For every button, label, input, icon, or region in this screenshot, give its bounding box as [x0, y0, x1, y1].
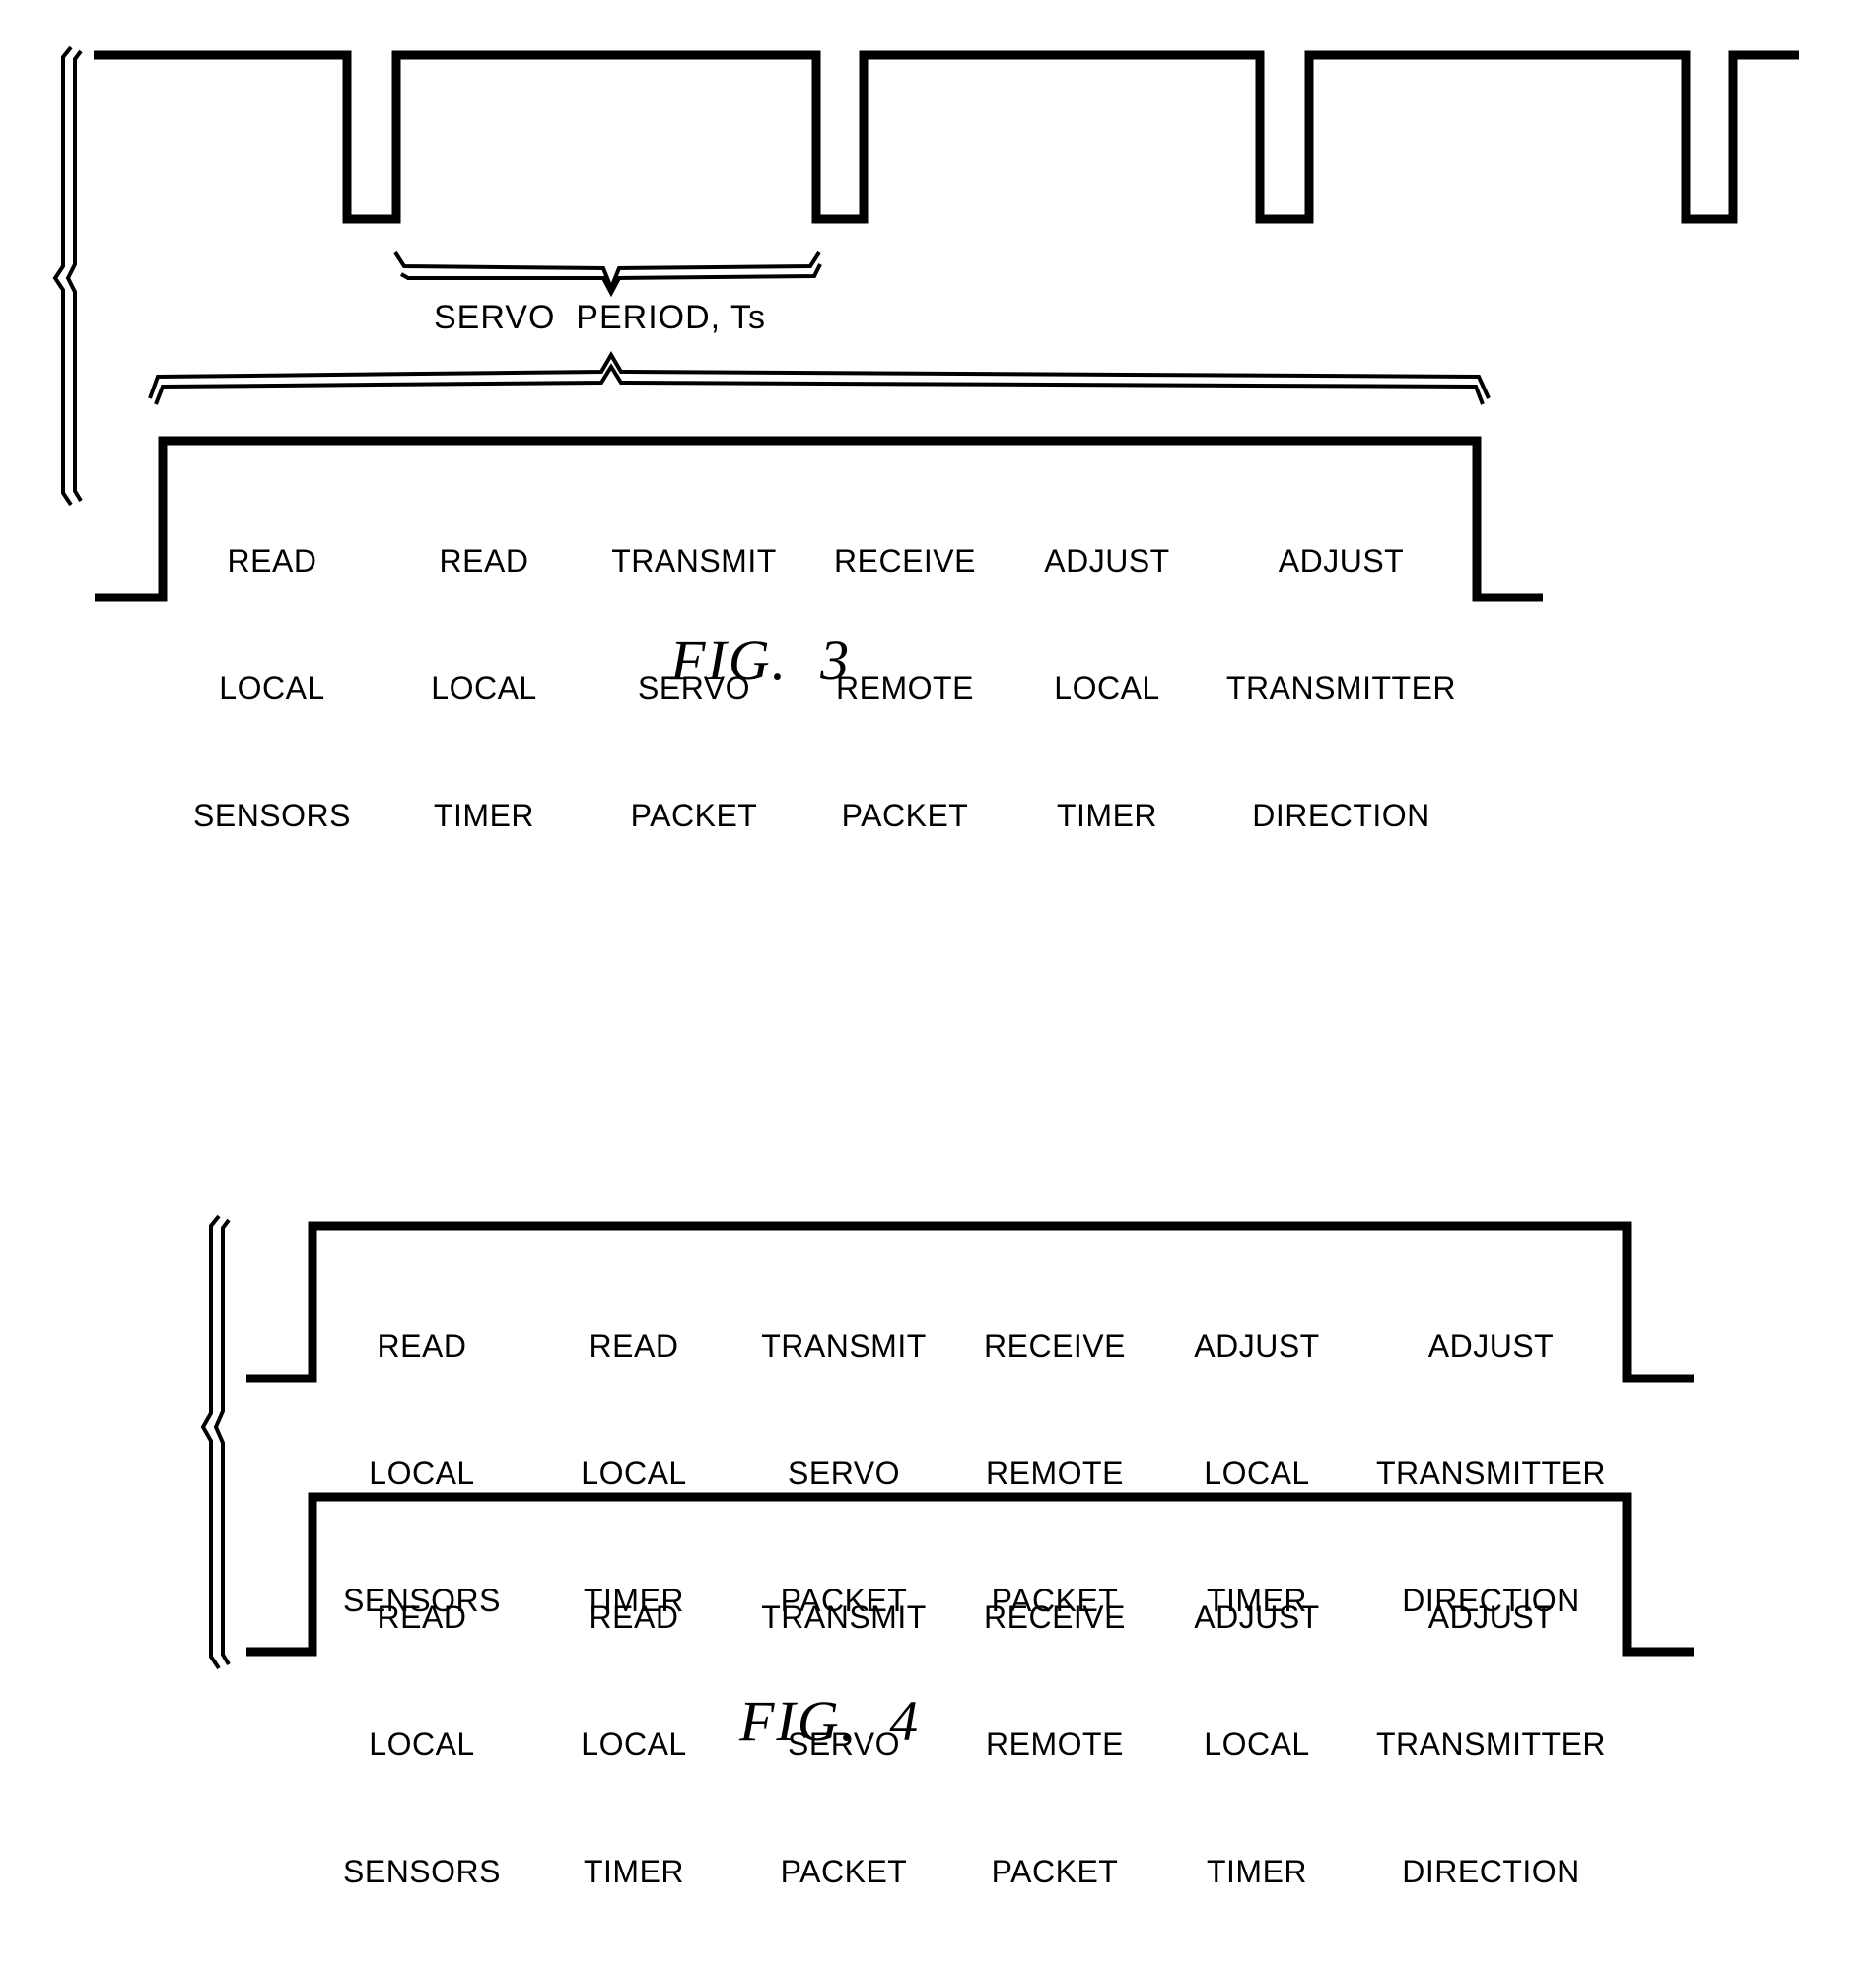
phase-line-3: PACKET	[841, 798, 969, 833]
phase-line-3: SENSORS	[343, 1854, 501, 1889]
fig4-phase-row-bottom: READ LOCAL SENSORS READ LOCAL TIMER TRAN…	[313, 1512, 1627, 1978]
phase-line-1: ADJUST	[1194, 1328, 1320, 1364]
phase-line-1: ADJUST	[1044, 543, 1170, 579]
phase-line-1: RECEIVE	[984, 1328, 1126, 1364]
phase-line-3: TIMER	[433, 798, 535, 833]
phase-line-2: TRANSMITTER	[1375, 1727, 1607, 1762]
phase-line-2: LOCAL	[581, 1727, 687, 1762]
fig3-caption: FIG. 3	[670, 628, 852, 692]
phase-line-2: LOCAL	[431, 671, 537, 706]
phase-line-1: TRANSMIT	[611, 543, 777, 579]
fig3-servo-period-brace	[393, 250, 822, 298]
fig3-frame-brace	[148, 351, 1491, 405]
phase-line-1: READ	[439, 543, 529, 579]
phase-line-1: TRANSMIT	[761, 1328, 927, 1364]
phase-line-3: PACKET	[991, 1854, 1119, 1889]
fig4-bottom-phase-adjust-transmitter-direction: ADJUST TRANSMITTER DIRECTION	[1355, 1512, 1627, 1978]
phase-line-3: PACKET	[780, 1854, 908, 1889]
phase-line-1: READ	[377, 1599, 467, 1635]
fig3-left-outer-bracket	[52, 45, 73, 507]
phase-line-3: TIMER	[1206, 1854, 1308, 1889]
fig4-bottom-phase-read-local-sensors: READ LOCAL SENSORS	[313, 1512, 531, 1978]
phase-line-2: LOCAL	[369, 1455, 475, 1491]
phase-line-2: LOCAL	[1054, 671, 1160, 706]
phase-line-1: READ	[227, 543, 317, 579]
phase-line-2: TRANSMITTER	[1375, 1455, 1607, 1491]
fig4-left-outer-bracket	[200, 1214, 221, 1670]
fig3-phase-adjust-transmitter-direction: ADJUST TRANSMITTER DIRECTION	[1206, 456, 1477, 922]
fig3-phase-read-local-timer: READ LOCAL TIMER	[382, 456, 587, 922]
fig3-phase-read-local-sensors: READ LOCAL SENSORS	[163, 456, 382, 922]
phase-line-2: TRANSMITTER	[1225, 671, 1457, 706]
fig3-timing-waveform	[94, 50, 1799, 224]
fig4-caption: FIG. 4	[739, 1689, 921, 1753]
phase-line-2: SERVO	[788, 1455, 900, 1491]
fig3-left-outer-bracket-inner	[65, 49, 83, 503]
fig3-phase-adjust-local-timer: ADJUST LOCAL TIMER	[1008, 456, 1206, 922]
phase-line-3: DIRECTION	[1252, 798, 1430, 833]
phase-line-3: TIMER	[1056, 798, 1158, 833]
phase-line-2: LOCAL	[369, 1727, 475, 1762]
fig3-servo-period-label: SERVO PERIOD, Ts	[434, 299, 766, 336]
phase-line-1: READ	[589, 1328, 679, 1364]
phase-line-1: ADJUST	[1427, 1328, 1555, 1364]
phase-line-1: TRANSMIT	[761, 1599, 927, 1635]
phase-line-1: ADJUST	[1194, 1599, 1320, 1635]
phase-line-3: TIMER	[583, 1854, 685, 1889]
phase-line-3: SENSORS	[193, 798, 351, 833]
phase-line-3: PACKET	[630, 798, 758, 833]
phase-line-2: LOCAL	[1204, 1727, 1310, 1762]
patent-drawing-sheet: SERVO PERIOD, Ts READ LOCAL SENSORS READ…	[0, 0, 1876, 1889]
phase-line-2: LOCAL	[219, 671, 325, 706]
phase-line-1: READ	[589, 1599, 679, 1635]
phase-line-1: READ	[377, 1328, 467, 1364]
phase-line-1: RECEIVE	[984, 1599, 1126, 1635]
phase-line-1: ADJUST	[1278, 543, 1405, 579]
phase-line-2: LOCAL	[1204, 1455, 1310, 1491]
phase-line-1: ADJUST	[1427, 1599, 1555, 1635]
phase-line-1: RECEIVE	[834, 543, 976, 579]
fig4-left-outer-bracket-inner	[213, 1218, 231, 1666]
phase-line-3: DIRECTION	[1402, 1854, 1580, 1889]
fig4-bottom-phase-read-local-timer: READ LOCAL TIMER	[531, 1512, 736, 1978]
phase-line-2: LOCAL	[581, 1455, 687, 1491]
fig4-bottom-phase-adjust-local-timer: ADJUST LOCAL TIMER	[1158, 1512, 1355, 1978]
fig4-bottom-phase-receive-remote-packet: RECEIVE REMOTE PACKET	[951, 1512, 1158, 1978]
phase-line-2: REMOTE	[986, 1727, 1124, 1762]
phase-line-2: REMOTE	[986, 1455, 1124, 1491]
